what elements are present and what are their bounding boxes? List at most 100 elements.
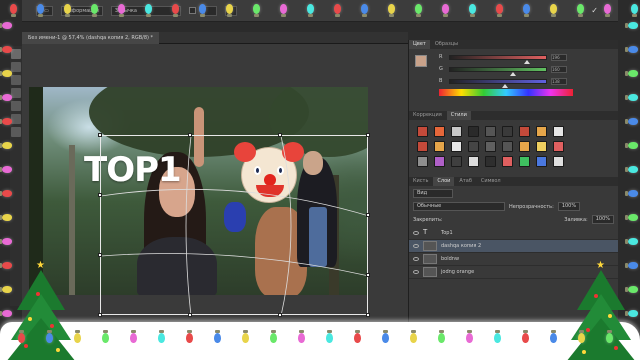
- style-swatch[interactable]: [519, 156, 530, 167]
- transform-handle[interactable]: [98, 313, 102, 317]
- tab-paragraph[interactable]: Атаб: [455, 177, 475, 186]
- ornament: [594, 294, 598, 298]
- style-swatch[interactable]: [536, 141, 547, 152]
- layer-visibility-eye-icon[interactable]: [413, 244, 419, 248]
- style-swatch[interactable]: [434, 141, 445, 152]
- layer-visibility-eye-icon[interactable]: [413, 270, 419, 274]
- slider-thumb[interactable]: [510, 71, 517, 76]
- color-slider-track[interactable]: [449, 78, 547, 88]
- light-bulb-icon: [388, 4, 395, 14]
- layer-row[interactable]: T Top1: [409, 227, 618, 240]
- style-swatch[interactable]: [434, 156, 445, 167]
- color-spectrum-ramp[interactable]: [439, 89, 573, 96]
- transform-handle[interactable]: [366, 273, 370, 277]
- style-swatch[interactable]: [553, 156, 564, 167]
- warp-transform-box[interactable]: [98, 133, 370, 317]
- tab-layers[interactable]: Слои: [433, 177, 455, 186]
- fill-label: Заливка:: [564, 216, 588, 223]
- brush-tool-icon[interactable]: [11, 101, 21, 111]
- tab-styles[interactable]: Стили: [446, 111, 471, 120]
- style-swatch[interactable]: [434, 126, 445, 137]
- light-bulb-icon: [625, 46, 638, 53]
- light-bulb-icon: [326, 330, 333, 343]
- eraser-tool-icon[interactable]: [11, 114, 21, 124]
- light-bulb-icon: [0, 238, 12, 245]
- color-slider-track[interactable]: [449, 54, 547, 64]
- style-swatch[interactable]: [502, 141, 513, 152]
- transform-handle[interactable]: [98, 133, 102, 137]
- layer-name: Top1: [441, 230, 453, 236]
- slider-value-input[interactable]: 160: [551, 65, 567, 73]
- light-bulb-icon: [625, 238, 638, 245]
- style-swatch[interactable]: [468, 141, 479, 152]
- blend-mode-select[interactable]: Обычные: [413, 202, 505, 211]
- transform-handle[interactable]: [278, 133, 282, 137]
- style-swatch[interactable]: [519, 126, 530, 137]
- transform-handle[interactable]: [188, 133, 192, 137]
- layer-visibility-eye-icon[interactable]: [413, 231, 419, 235]
- document-tab[interactable]: Без имени-1 @ 57,4% (dashqa копия 2, RGB…: [22, 32, 160, 44]
- style-swatch[interactable]: [502, 126, 513, 137]
- style-swatch[interactable]: [468, 126, 479, 137]
- color-slider-track[interactable]: [449, 66, 547, 76]
- transform-handle[interactable]: [366, 313, 370, 317]
- slider-value-input[interactable]: 138: [551, 77, 567, 85]
- light-bulb-icon: [253, 4, 260, 14]
- marquee-tool-icon[interactable]: [11, 62, 21, 72]
- style-swatch[interactable]: [485, 156, 496, 167]
- style-swatch[interactable]: [485, 141, 496, 152]
- slider-thumb[interactable]: [501, 83, 508, 88]
- light-bulb-icon: [118, 4, 125, 14]
- style-swatch[interactable]: [468, 156, 479, 167]
- move-tool-icon[interactable]: [11, 49, 21, 59]
- style-swatch[interactable]: [451, 141, 462, 152]
- crop-tool-icon[interactable]: [11, 88, 21, 98]
- tab-color[interactable]: Цвет: [409, 40, 430, 49]
- ornament: [608, 314, 612, 318]
- style-swatch[interactable]: [451, 156, 462, 167]
- option-checkbox[interactable]: [188, 7, 196, 14]
- style-swatch[interactable]: [485, 126, 496, 137]
- tab-swatches[interactable]: Образцы: [431, 40, 462, 49]
- style-swatch[interactable]: [519, 141, 530, 152]
- tab-character[interactable]: Символ: [477, 177, 505, 186]
- style-swatch[interactable]: [417, 126, 428, 137]
- tab-adjustments[interactable]: Коррекция: [409, 111, 446, 120]
- foreground-color-swatch[interactable]: [415, 55, 427, 67]
- layer-filter-select[interactable]: Вид: [413, 189, 453, 198]
- style-swatch[interactable]: [502, 156, 513, 167]
- style-swatch[interactable]: [451, 126, 462, 137]
- layer-thumbnail: [423, 241, 437, 251]
- transform-handle[interactable]: [188, 313, 192, 317]
- style-swatch[interactable]: [536, 126, 547, 137]
- tab-brush[interactable]: Кисть: [409, 177, 432, 186]
- layer-visibility-eye-icon[interactable]: [413, 257, 419, 261]
- transform-handle[interactable]: [98, 253, 102, 257]
- ornament: [56, 348, 60, 352]
- light-bulb-icon: [46, 330, 53, 343]
- opacity-input[interactable]: 100%: [557, 202, 581, 211]
- light-bulb-icon: [158, 330, 165, 343]
- lasso-tool-icon[interactable]: [11, 75, 21, 85]
- transform-handle[interactable]: [366, 133, 370, 137]
- light-bulb-icon: [199, 4, 206, 14]
- layer-row[interactable]: dashqa копия 2: [409, 240, 618, 253]
- transform-handle[interactable]: [278, 313, 282, 317]
- light-bulb-icon: [625, 214, 638, 221]
- style-swatch[interactable]: [417, 141, 428, 152]
- text-tool-icon[interactable]: [11, 127, 21, 137]
- slider-value-input[interactable]: 196: [551, 53, 567, 61]
- transform-handle[interactable]: [98, 193, 102, 197]
- christmas-tree-left: ★: [6, 260, 76, 360]
- light-bulb-icon: [0, 94, 12, 101]
- style-swatch[interactable]: [553, 141, 564, 152]
- opacity-label: Непрозрачность:: [509, 203, 554, 210]
- fill-input[interactable]: 100%: [591, 215, 614, 224]
- slider-thumb[interactable]: [523, 59, 530, 64]
- commit-icon[interactable]: ✓: [591, 6, 598, 15]
- light-bulb-icon: [494, 330, 501, 343]
- transform-handle[interactable]: [366, 213, 370, 217]
- style-swatch[interactable]: [536, 156, 547, 167]
- style-swatch[interactable]: [553, 126, 564, 137]
- style-swatch[interactable]: [417, 156, 428, 167]
